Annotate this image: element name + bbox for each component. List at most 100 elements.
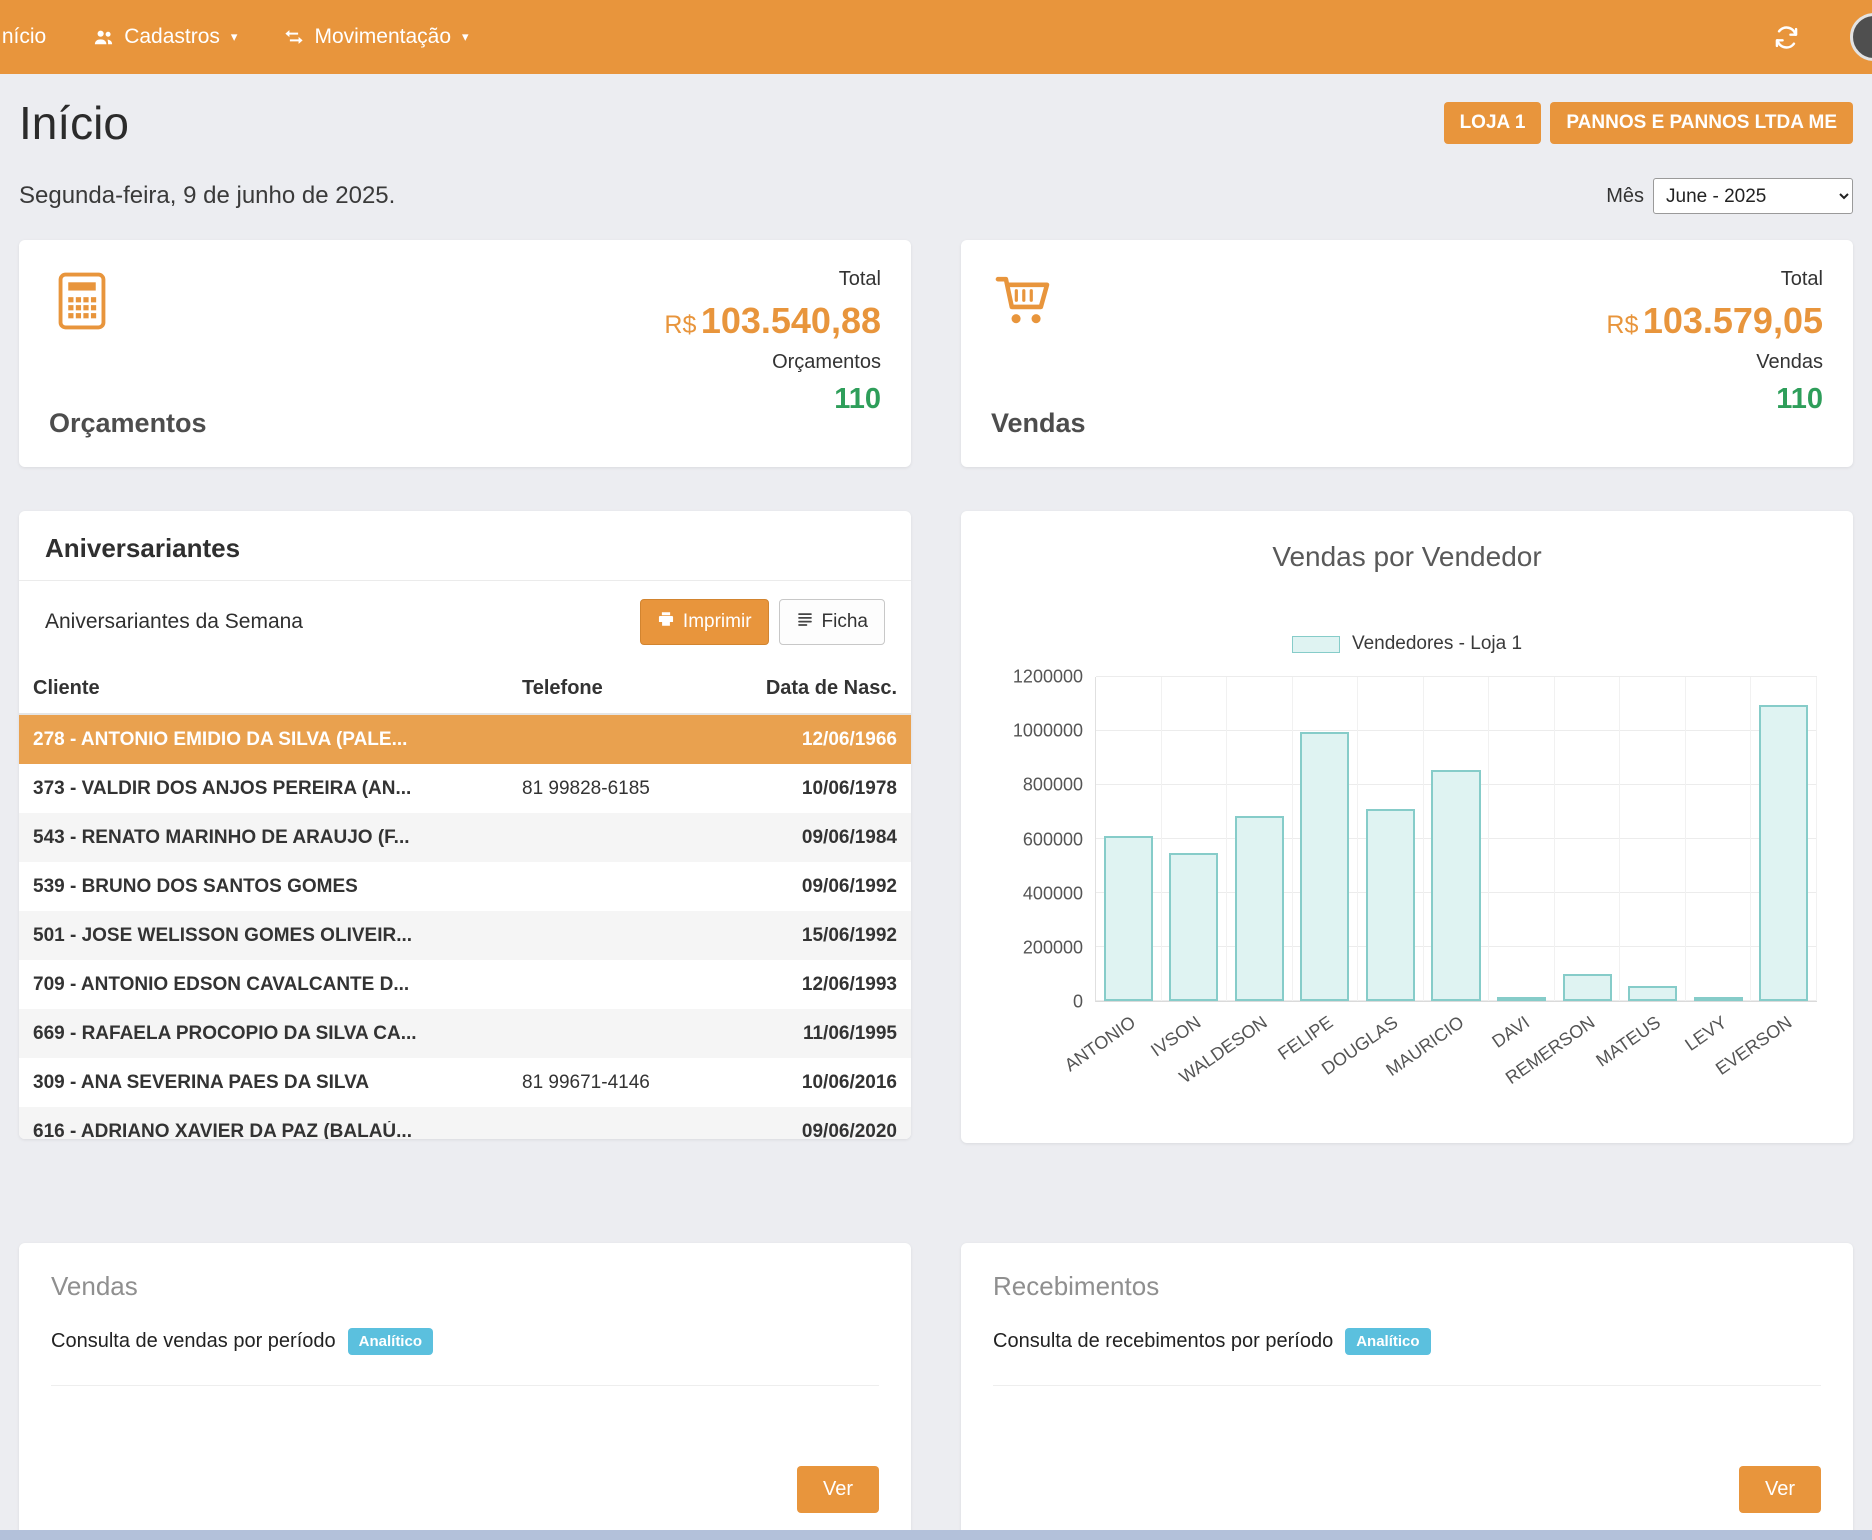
phone-cell: 81 99671-4146 xyxy=(522,1072,737,1094)
y-axis-tick: 800000 xyxy=(1023,775,1083,796)
x-label-slot: EVERSON xyxy=(1751,1002,1817,1098)
table-row[interactable]: 539 - BRUNO DOS SANTOS GOMES 09/06/1992 xyxy=(19,862,911,911)
chart-bar xyxy=(1366,809,1415,1001)
client-cell: 709 - ANTONIO EDSON CAVALCANTE D... xyxy=(33,974,522,996)
bar-slot xyxy=(1227,677,1293,1001)
ver-recebimentos-button[interactable]: Ver xyxy=(1739,1466,1821,1513)
chart-bar xyxy=(1759,705,1808,1001)
nav-inicio[interactable]: Início xyxy=(0,25,46,49)
users-icon xyxy=(92,26,115,49)
bar-slot xyxy=(1162,677,1228,1001)
aniversariantes-subtitle: Aniversariantes da Semana xyxy=(45,610,303,634)
avatar[interactable] xyxy=(1850,13,1872,61)
store-button[interactable]: LOJA 1 xyxy=(1444,102,1542,144)
y-axis-tick: 200000 xyxy=(1023,937,1083,958)
client-cell: 373 - VALDIR DOS ANJOS PEREIRA (AN... xyxy=(33,778,522,800)
table-row[interactable]: 309 - ANA SEVERINA PAES DA SILVA81 99671… xyxy=(19,1058,911,1107)
dob-cell: 15/06/1992 xyxy=(737,925,897,947)
ficha-label: Ficha xyxy=(822,611,868,633)
legend-swatch xyxy=(1292,636,1340,653)
ficha-button[interactable]: Ficha xyxy=(779,599,885,645)
orcamentos-count-label: Orçamentos xyxy=(664,351,881,374)
col-telefone: Telefone xyxy=(522,677,737,700)
main-content: Início LOJA 1 PANNOS E PANNOS LTDA ME Se… xyxy=(0,74,1872,1537)
y-axis-tick: 1000000 xyxy=(1013,721,1083,742)
bar-slot xyxy=(1424,677,1490,1001)
table-row[interactable]: 373 - VALDIR DOS ANJOS PEREIRA (AN...81 … xyxy=(19,764,911,813)
refresh-icon[interactable] xyxy=(1773,24,1800,51)
analitico-badge: Analítico xyxy=(1345,1328,1430,1355)
table-row[interactable]: 543 - RENATO MARINHO DE ARAUJO (F... 09/0… xyxy=(19,813,911,862)
client-cell: 543 - RENATO MARINHO DE ARAUJO (F... xyxy=(33,827,522,849)
chart-bar xyxy=(1628,986,1677,1001)
vendas-total-value: R$ 103.579,05 xyxy=(1606,300,1823,342)
x-axis-label: DAVI xyxy=(1488,1012,1533,1053)
chart-y-axis: 020000040000060000080000010000001200000 xyxy=(991,677,1095,1002)
company-button[interactable]: PANNOS E PANNOS LTDA ME xyxy=(1550,102,1853,144)
bar-slot xyxy=(1751,677,1817,1001)
divider xyxy=(993,1385,1821,1386)
nav-cadastros[interactable]: Cadastros ▾ xyxy=(92,25,237,49)
dob-cell: 09/06/1984 xyxy=(737,827,897,849)
aniversariantes-card: Aniversariantes Aniversariantes da Seman… xyxy=(19,511,911,1139)
x-axis-label: LEVY xyxy=(1681,1012,1731,1056)
chart-bar xyxy=(1300,732,1349,1001)
bar-chart: 020000040000060000080000010000001200000 … xyxy=(991,677,1823,1098)
dob-cell: 11/06/1995 xyxy=(737,1023,897,1045)
client-cell: 669 - RAFAELA PROCOPIO DA SILVA CA... xyxy=(33,1023,522,1045)
client-cell: 501 - JOSE WELISSON GOMES OLIVEIR... xyxy=(33,925,522,947)
table-row[interactable]: 501 - JOSE WELISSON GOMES OLIVEIR... 15/0… xyxy=(19,911,911,960)
chevron-down-icon: ▾ xyxy=(231,29,238,45)
ver-vendas-button[interactable]: Ver xyxy=(797,1466,879,1513)
legend-label: Vendedores - Loja 1 xyxy=(1352,633,1522,655)
footer-strip xyxy=(0,1530,1872,1540)
divider xyxy=(51,1385,879,1386)
imprimir-label: Imprimir xyxy=(683,611,752,633)
vendas-por-vendedor-card: Vendas por Vendedor Vendedores - Loja 1 … xyxy=(961,511,1853,1143)
orcamentos-title: Orçamentos xyxy=(49,408,207,439)
currency-symbol: R$ xyxy=(664,311,696,339)
list-icon xyxy=(796,610,814,634)
y-axis-tick: 400000 xyxy=(1023,883,1083,904)
bar-slot xyxy=(1358,677,1424,1001)
client-cell: 309 - ANA SEVERINA PAES DA SILVA xyxy=(33,1072,522,1094)
vendas-count-label: Vendas xyxy=(1606,351,1823,374)
vendas-panel-text: Consulta de vendas por período xyxy=(51,1330,336,1353)
table-row[interactable]: 669 - RAFAELA PROCOPIO DA SILVA CA... 11/… xyxy=(19,1009,911,1058)
chart-bar xyxy=(1431,770,1480,1001)
vendas-count: 110 xyxy=(1606,383,1823,416)
vendas-title: Vendas xyxy=(991,408,1086,439)
nav-cadastros-label: Cadastros xyxy=(124,25,220,49)
vendas-card: Vendas Total R$ 103.579,05 Vendas 110 xyxy=(961,240,1853,467)
orcamentos-total-value: R$ 103.540,88 xyxy=(664,300,881,342)
dob-cell: 12/06/1993 xyxy=(737,974,897,996)
orcamentos-card: Orçamentos Total R$ 103.540,88 Orçamento… xyxy=(19,240,911,467)
x-label-slot: MATEUS xyxy=(1620,1002,1686,1098)
client-cell: 539 - BRUNO DOS SANTOS GOMES xyxy=(33,876,522,898)
bar-slot xyxy=(1686,677,1752,1001)
orcamentos-total-label: Total xyxy=(664,268,881,291)
table-row[interactable]: 278 - ANTONIO EMIDIO DA SILVA (PALE... 12… xyxy=(19,715,911,764)
currency-symbol: R$ xyxy=(1606,311,1638,339)
col-cliente: Cliente xyxy=(33,677,522,700)
client-cell: 278 - ANTONIO EMIDIO DA SILVA (PALE... xyxy=(33,729,522,751)
table-row[interactable]: 616 - ADRIANO XAVIER DA PAZ (BALAÚ...09/… xyxy=(19,1107,911,1139)
col-data-nasc: Data de Nasc. xyxy=(737,677,897,700)
dob-cell: 09/06/1992 xyxy=(737,876,897,898)
month-select[interactable]: June - 2025 xyxy=(1653,178,1853,214)
dob-cell: 10/06/1978 xyxy=(737,778,897,800)
vendas-panel-title: Vendas xyxy=(51,1271,879,1302)
recebimentos-panel: Recebimentos Consulta de recebimentos po… xyxy=(961,1243,1853,1537)
chart-bar xyxy=(1563,974,1612,1001)
bar-slot xyxy=(1489,677,1555,1001)
recebimentos-panel-title: Recebimentos xyxy=(993,1271,1821,1302)
nav-movimentacao[interactable]: Movimentação ▾ xyxy=(283,25,468,49)
nav-movimentacao-label: Movimentação xyxy=(314,25,451,49)
table-row[interactable]: 709 - ANTONIO EDSON CAVALCANTE D... 12/06… xyxy=(19,960,911,1009)
dob-cell: 12/06/1966 xyxy=(737,729,897,751)
imprimir-button[interactable]: Imprimir xyxy=(640,599,769,645)
birthday-table-body: 278 - ANTONIO EMIDIO DA SILVA (PALE... 12… xyxy=(19,715,911,1139)
chart-bars xyxy=(1096,677,1817,1001)
chart-bar xyxy=(1104,836,1153,1002)
vendas-total-label: Total xyxy=(1606,268,1823,291)
